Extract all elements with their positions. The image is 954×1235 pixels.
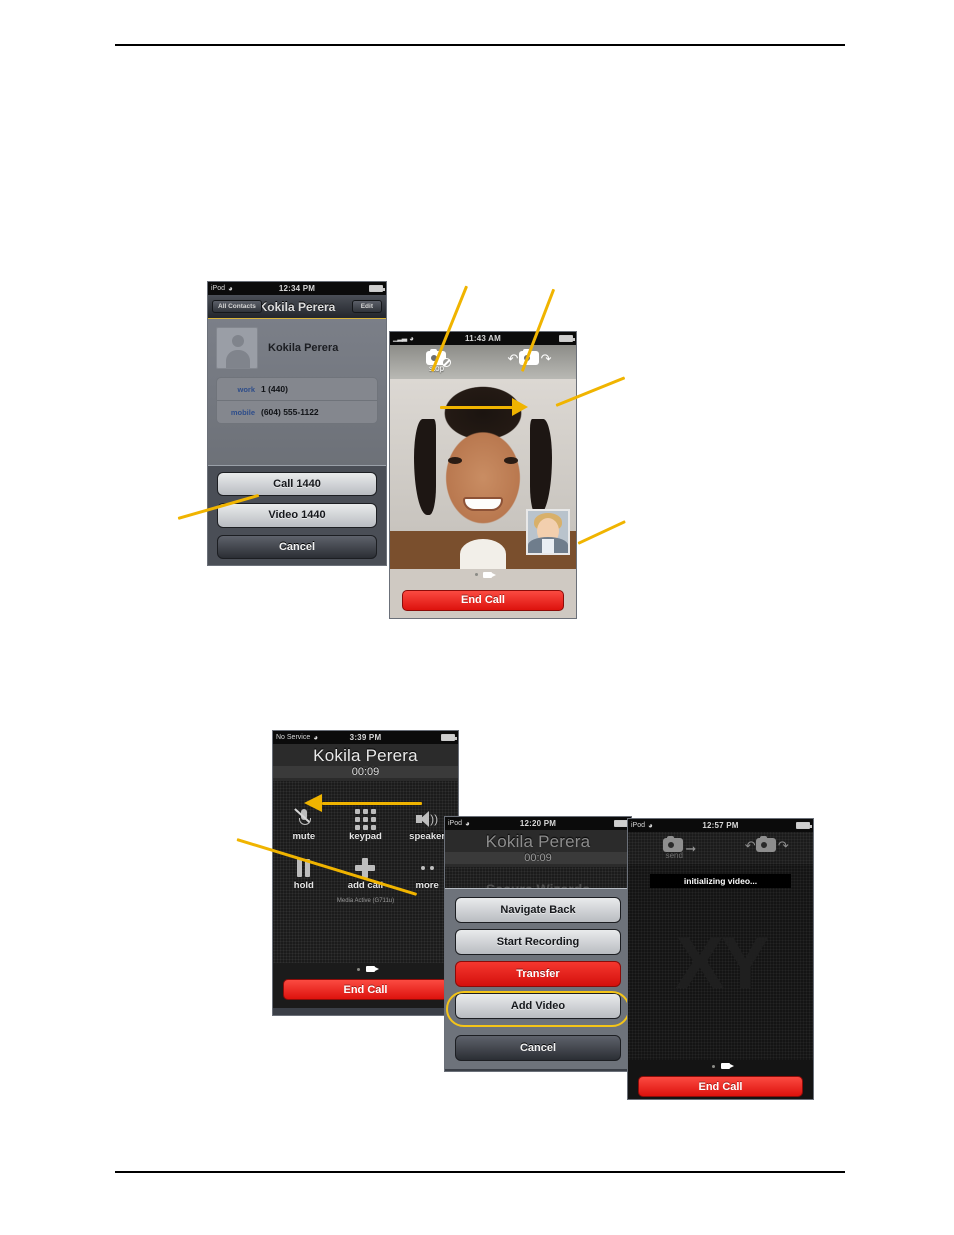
call-button[interactable]: Call 1440 [217,472,377,497]
contact-header: Kokila Perera [216,327,378,369]
status-time: 12:57 PM [702,821,739,830]
navigate-back-button[interactable]: Navigate Back [455,897,621,923]
contact-detail-area: Kokila Perera work 1 (440) mobile (604) … [208,319,386,465]
callout-line-incall-area [322,802,422,805]
battery-indicator [614,820,630,827]
call-duration: 00:09 [273,766,458,778]
mute-label: mute [292,831,316,842]
cancel-button[interactable]: Cancel [455,1035,621,1061]
end-call-bar: End Call [273,975,458,1008]
dimmed-backdrop: Secure Wizards Navigate Back Start Recor… [445,867,631,1069]
transfer-button[interactable]: Transfer [455,961,621,987]
battery-icon [369,285,385,292]
video-toolbar: stop ↶ ↷ [390,345,576,379]
battery-icon [614,820,630,827]
swap-camera-button[interactable]: ↶ ↷ [744,835,789,853]
page-indicator[interactable] [273,963,458,975]
status-bar: ▁▂▃ ◕ 11:43 AM [390,332,576,345]
video-stage-placeholder: XY initializing video... [628,864,813,1060]
battery-icon [796,822,812,829]
arrow-head-incall-area [304,794,322,812]
status-bar: No Service ◕ 3:39 PM [273,731,458,744]
cancel-button[interactable]: Cancel [217,534,377,559]
battery-indicator [559,335,575,342]
call-duration: 00:09 [445,852,631,864]
contact-field-row[interactable]: mobile (604) 555-1122 [217,400,377,423]
control-grid: mute keypad )) speaker hold add call mor… [273,807,458,905]
page-dot [711,1064,715,1068]
media-status: Media Active (G711u) [336,898,395,904]
field-label: work [237,384,255,394]
status-time: 11:43 AM [465,334,501,343]
nav-bar: All Contacts Kokila Perera Edit [208,295,386,319]
arrow-head-far-end-video [512,398,528,416]
contact-field-row[interactable]: work 1 (440) [217,378,377,400]
field-value: (604) 555-1122 [261,407,319,417]
keypad-icon [335,807,397,831]
keypad-button[interactable]: keypad [335,807,397,842]
more-actions-sheet: Navigate Back Start Recording Transfer A… [445,888,631,1069]
page-dot [356,967,360,971]
contact-fields: work 1 (440) mobile (604) 555-1122 [216,377,378,424]
hold-label: hold [293,880,314,891]
battery-indicator [796,822,812,829]
call-header: Kokila Perera 00:09 [445,830,631,867]
end-call-button[interactable]: End Call [283,979,448,1000]
callout-line-far-end-video-inner [440,406,514,409]
mute-button[interactable]: mute [273,807,335,842]
page-indicator[interactable] [390,569,576,580]
video-icon [720,1063,734,1069]
status-time: 12:34 PM [278,284,316,293]
field-value: 1 (440) [261,384,288,394]
video-icon [365,966,379,972]
video-toolbar: ➞ send ↶ ↷ [628,832,813,864]
battery-indicator [441,734,457,741]
phone-initializing-video: iPod ◕ 12:57 PM ➞ send ↶ ↷ XY initializi… [627,818,814,1100]
camera-rotate-icon: ↶ ↷ [744,835,789,853]
phone-action-sheet: iPod ◕ 12:20 PM Kokila Perera 00:09 Secu… [444,816,632,1072]
page-dot [474,573,478,576]
page-header-rule [115,44,845,46]
sheet-divider [455,1025,621,1029]
phone-video-call: ▁▂▃ ◕ 11:43 AM stop ↶ ↷ End Call [389,331,577,619]
add-video-button[interactable]: Add Video [455,993,621,1019]
video-icon [482,571,496,578]
start-recording-button[interactable]: Start Recording [455,929,621,955]
contact-action-sheet: Call 1440 Video 1440 Cancel [208,465,386,565]
status-banner: initializing video... [650,874,791,888]
page-footer-rule [115,1171,845,1173]
status-time: 12:20 PM [519,819,557,828]
field-label: mobile [230,407,255,417]
end-call-button[interactable]: End Call [638,1076,803,1097]
battery-icon [559,335,575,342]
camera-send-icon: ➞ [661,835,696,856]
phone-contact-card: iPod ◕ 12:34 PM All Contacts Kokila Pere… [207,281,387,566]
edit-button[interactable]: Edit [351,300,382,313]
video-call-button[interactable]: Video 1440 [217,503,377,528]
contact-name: Kokila Perera [268,342,339,354]
in-call-controls: mute keypad )) speaker hold add call mor… [273,781,458,963]
send-video-button[interactable]: ➞ send [661,835,696,860]
callout-line-pip [577,520,626,545]
end-call-button[interactable]: End Call [402,589,564,611]
back-button-all-contacts[interactable]: All Contacts [212,300,262,313]
avatar [216,327,258,369]
status-time: 3:39 PM [349,733,382,742]
phone-in-call: No Service ◕ 3:39 PM Kokila Perera 00:09… [272,730,459,1016]
battery-icon [441,734,457,741]
status-bar: iPod ◕ 12:20 PM [445,817,631,830]
battery-indicator [369,285,385,292]
status-bar: iPod ◕ 12:57 PM [628,819,813,832]
caller-name: Kokila Perera [485,832,591,851]
status-bar: iPod ◕ 12:34 PM [208,282,386,295]
watermark: XY [675,920,770,1004]
caller-name: Kokila Perera [313,746,418,765]
end-call-bar: End Call [390,580,576,618]
page-indicator[interactable] [628,1060,813,1072]
call-header: Kokila Perera 00:09 [273,744,458,781]
near-end-video-pip[interactable] [526,509,570,555]
end-call-bar: End Call [628,1072,813,1099]
keypad-label: keypad [349,831,382,842]
